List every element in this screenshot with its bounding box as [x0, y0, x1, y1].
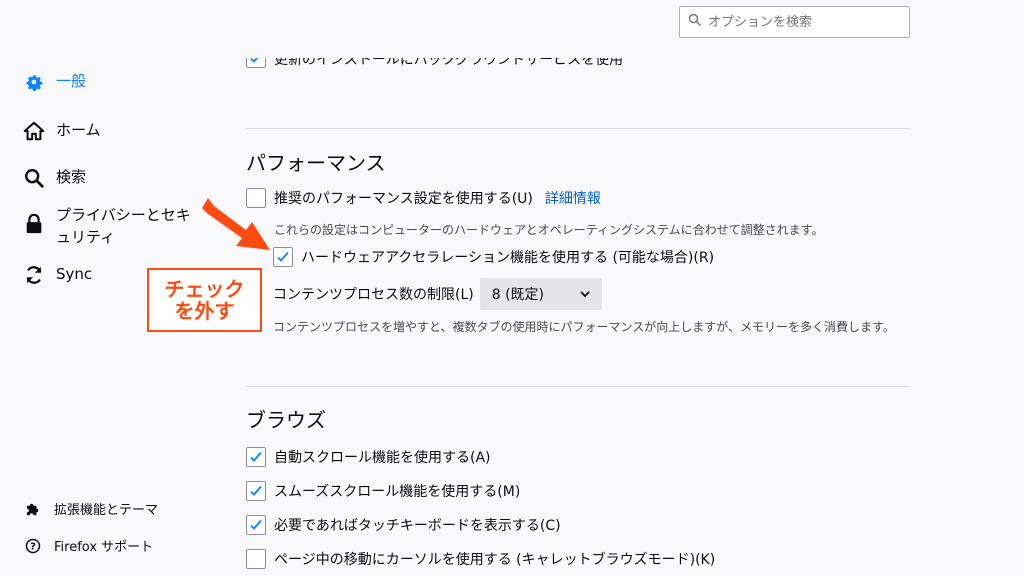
search-icon — [22, 166, 46, 190]
options-search-box[interactable] — [679, 6, 910, 38]
annotation-line2: を外す — [174, 299, 235, 323]
caret-browsing-row: ページ中の移動にカーソルを使用する (キャレットブラウズモード)(K) — [246, 549, 715, 569]
annotation-line1: チェック — [164, 277, 245, 301]
hardware-acceleration-checkbox[interactable] — [273, 247, 293, 267]
content-process-limit-row: コンテンツプロセス数の制限(L) 8 (既定) — [273, 278, 602, 310]
content-process-limit-select[interactable]: 8 (既定) — [479, 278, 602, 310]
smooth-scroll-label[interactable]: スムーズスクロール機能を使用する(M) — [274, 481, 520, 501]
sidebar-item-privacy[interactable]: プライバシーとセキュリティ — [22, 204, 202, 248]
sidebar-item-search[interactable]: 検索 — [22, 166, 86, 190]
autoscroll-row: 自動スクロール機能を使用する(A) — [246, 447, 491, 467]
smooth-scroll-row: スムーズスクロール機能を使用する(M) — [246, 481, 520, 501]
touch-keyboard-checkbox[interactable] — [246, 515, 266, 535]
content-process-limit-label: コンテンツプロセス数の制限(L) — [273, 287, 474, 303]
performance-heading: パフォーマンス — [246, 151, 386, 175]
autoscroll-checkbox[interactable] — [246, 447, 266, 467]
firefox-support-link[interactable]: ? Firefox サポート — [24, 536, 153, 555]
caret-browsing-checkbox[interactable] — [246, 549, 266, 569]
background-update-checkbox[interactable] — [246, 58, 266, 68]
content-process-limit-value: 8 (既定) — [491, 287, 545, 303]
search-icon — [688, 13, 702, 31]
recommended-performance-row: 推奨のパフォーマンス設定を使用する(U) 詳細情報 — [246, 188, 601, 208]
search-input[interactable] — [708, 14, 898, 30]
smooth-scroll-checkbox[interactable] — [246, 481, 266, 501]
extensions-label: 拡張機能とテーマ — [54, 503, 159, 518]
annotation-arrow — [202, 198, 270, 250]
touch-keyboard-label[interactable]: 必要であればタッチキーボードを表示する(C) — [274, 515, 561, 535]
hardware-acceleration-row: ハードウェアアクセラレーション機能を使用する (可能な場合)(R) — [273, 247, 714, 267]
section-divider — [246, 128, 910, 129]
recommended-performance-description: これらの設定はコンピューターのハードウェアとオペレーティングシステムに合わせて調… — [274, 223, 824, 237]
caret-browsing-label[interactable]: ページ中の移動にカーソルを使用する (キャレットブラウズモード)(K) — [274, 549, 715, 569]
puzzle-icon — [24, 500, 42, 518]
sidebar-item-label: ホーム — [56, 121, 101, 139]
svg-text:?: ? — [30, 541, 36, 552]
hardware-acceleration-label[interactable]: ハードウェアアクセラレーション機能を使用する (可能な場合)(R) — [301, 247, 714, 267]
annotation-callout: チェック を外す — [147, 268, 262, 332]
sidebar-item-home[interactable]: ホーム — [22, 119, 101, 143]
sidebar-item-sync[interactable]: Sync — [22, 263, 92, 287]
content-process-description: コンテンツプロセスを増やすと、複数タブの使用時にパフォーマンスが向上しますが、メ… — [273, 320, 895, 334]
sidebar-item-label: プライバシーとセキュリティ — [56, 206, 191, 246]
browsing-heading: ブラウズ — [246, 408, 326, 432]
autoscroll-label[interactable]: 自動スクロール機能を使用する(A) — [274, 447, 491, 467]
sidebar-item-general[interactable]: 一般 — [22, 70, 86, 94]
touch-keyboard-row: 必要であればタッチキーボードを表示する(C) — [246, 515, 561, 535]
home-icon — [22, 119, 46, 143]
lock-icon — [22, 212, 46, 236]
background-update-label: 更新のインストールにバックグラウンドサービスを使用する(S) — [274, 58, 626, 68]
learn-more-link[interactable]: 詳細情報 — [545, 188, 601, 208]
sidebar-item-label: 一般 — [56, 72, 87, 90]
sidebar-item-label: Sync — [56, 265, 93, 283]
background-update-row[interactable]: 更新のインストールにバックグラウンドサービスを使用する(S) — [246, 58, 626, 72]
support-label: Firefox サポート — [54, 540, 154, 555]
section-divider — [246, 386, 910, 387]
sidebar-item-label: 検索 — [56, 168, 87, 186]
chevron-down-icon — [580, 286, 590, 302]
gear-icon — [22, 70, 46, 94]
help-icon: ? — [24, 537, 42, 555]
sync-icon — [22, 263, 46, 287]
recommended-performance-label[interactable]: 推奨のパフォーマンス設定を使用する(U) — [274, 188, 533, 208]
extensions-themes-link[interactable]: 拡張機能とテーマ — [24, 499, 158, 518]
